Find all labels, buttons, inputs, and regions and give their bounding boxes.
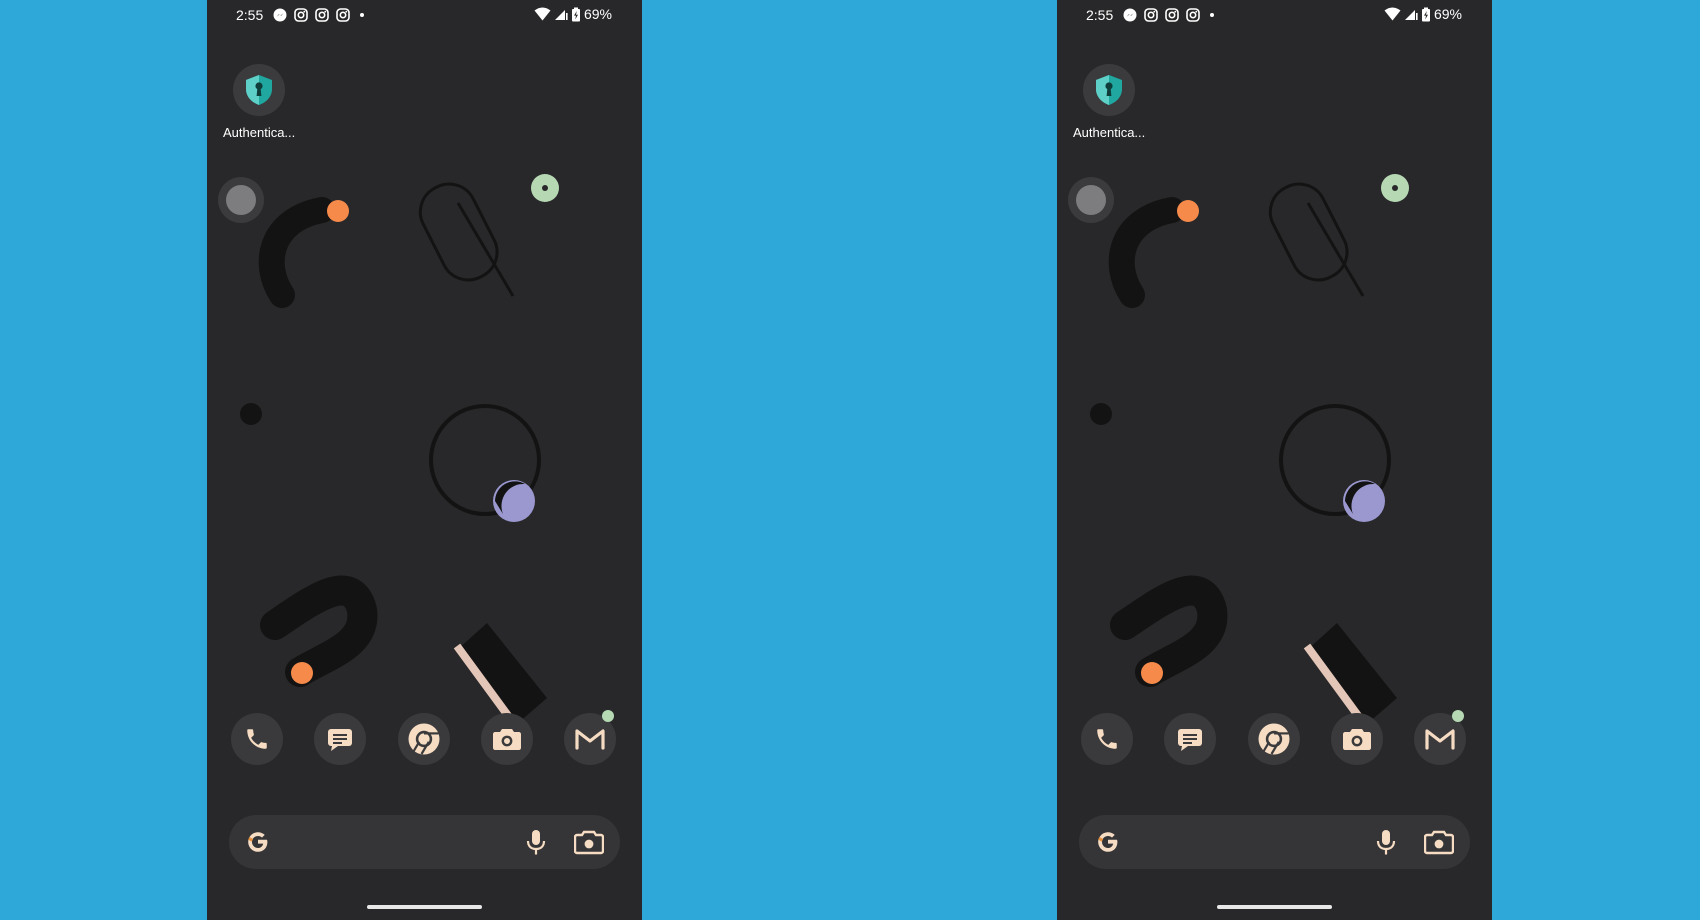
authenticator-app-icon-bg (1083, 64, 1135, 116)
google-g-icon (1098, 832, 1118, 852)
dock-gmail-app[interactable] (1414, 710, 1466, 765)
messenger-icon (1123, 8, 1137, 22)
authenticator-app-label: Authentica... (223, 125, 296, 140)
wifi-icon (1384, 7, 1401, 21)
dot-icon (1210, 13, 1214, 17)
battery-percent: 69% (1433, 6, 1462, 22)
lens-icon[interactable] (1424, 829, 1454, 855)
gmail-notification-badge (602, 710, 614, 722)
phone-screen-right: 2:55 69% Authentica... (1057, 0, 1492, 920)
google-search-bar[interactable] (229, 815, 620, 869)
dot-icon (360, 13, 364, 17)
dock-phone-app[interactable] (231, 713, 283, 765)
mic-icon[interactable] (525, 828, 547, 856)
battery-icon (1421, 7, 1430, 21)
instagram-icon (336, 8, 350, 22)
chrome-icon (408, 723, 440, 755)
dock-chrome-app[interactable] (398, 713, 450, 765)
status-time: 2:55 (236, 7, 264, 23)
gesture-navigation-bar[interactable] (1217, 905, 1332, 909)
instagram-icon (1165, 8, 1179, 22)
chrome-icon (1258, 723, 1290, 755)
instagram-icon (315, 8, 329, 22)
authenticator-app[interactable]: Authentica... (1073, 64, 1145, 140)
authenticator-app-icon-bg (233, 64, 285, 116)
messages-icon (1178, 729, 1202, 751)
dock-camera-app[interactable] (1331, 713, 1383, 765)
gesture-navigation-bar[interactable] (367, 905, 482, 909)
messages-icon (328, 729, 352, 751)
battery-percent: 69% (583, 6, 612, 22)
dock-phone-app[interactable] (1081, 713, 1133, 765)
dock-chrome-app[interactable] (1248, 713, 1300, 765)
status-bar: 2:55 69% (1057, 0, 1492, 30)
gmail-notification-badge (1452, 710, 1464, 722)
google-g-icon (248, 832, 268, 852)
dock-messages-app[interactable] (314, 713, 366, 765)
authenticator-shield-icon (1096, 75, 1122, 105)
signal-icon (1404, 10, 1418, 20)
messenger-icon (273, 8, 287, 22)
dock-camera-app[interactable] (481, 713, 533, 765)
phone-icon (1097, 729, 1117, 749)
status-time: 2:55 (1086, 7, 1114, 23)
mic-icon[interactable] (1375, 828, 1397, 856)
camera-icon (1343, 729, 1371, 750)
phone-screen-left: 2:55 69% Authentica... (207, 0, 642, 920)
instagram-icon (1144, 8, 1158, 22)
camera-icon (493, 729, 521, 750)
wifi-icon (534, 7, 551, 21)
lens-icon[interactable] (574, 829, 604, 855)
instagram-icon (1186, 8, 1200, 22)
notification-icons (1123, 8, 1217, 22)
phone-icon (247, 729, 267, 749)
dock-gmail-app[interactable] (564, 710, 616, 765)
dock-messages-app[interactable] (1164, 713, 1216, 765)
status-right: 69% (534, 6, 612, 22)
notification-icons (273, 8, 367, 22)
authenticator-app-label: Authentica... (1073, 125, 1146, 140)
instagram-icon (294, 8, 308, 22)
status-right: 69% (1384, 6, 1462, 22)
authenticator-shield-icon (246, 75, 272, 105)
gmail-icon (575, 729, 605, 750)
google-search-bar[interactable] (1079, 815, 1470, 869)
gmail-icon (1425, 729, 1455, 750)
authenticator-app[interactable]: Authentica... (223, 64, 295, 140)
status-bar: 2:55 69% (207, 0, 642, 30)
battery-icon (571, 7, 580, 21)
signal-icon (554, 10, 568, 20)
